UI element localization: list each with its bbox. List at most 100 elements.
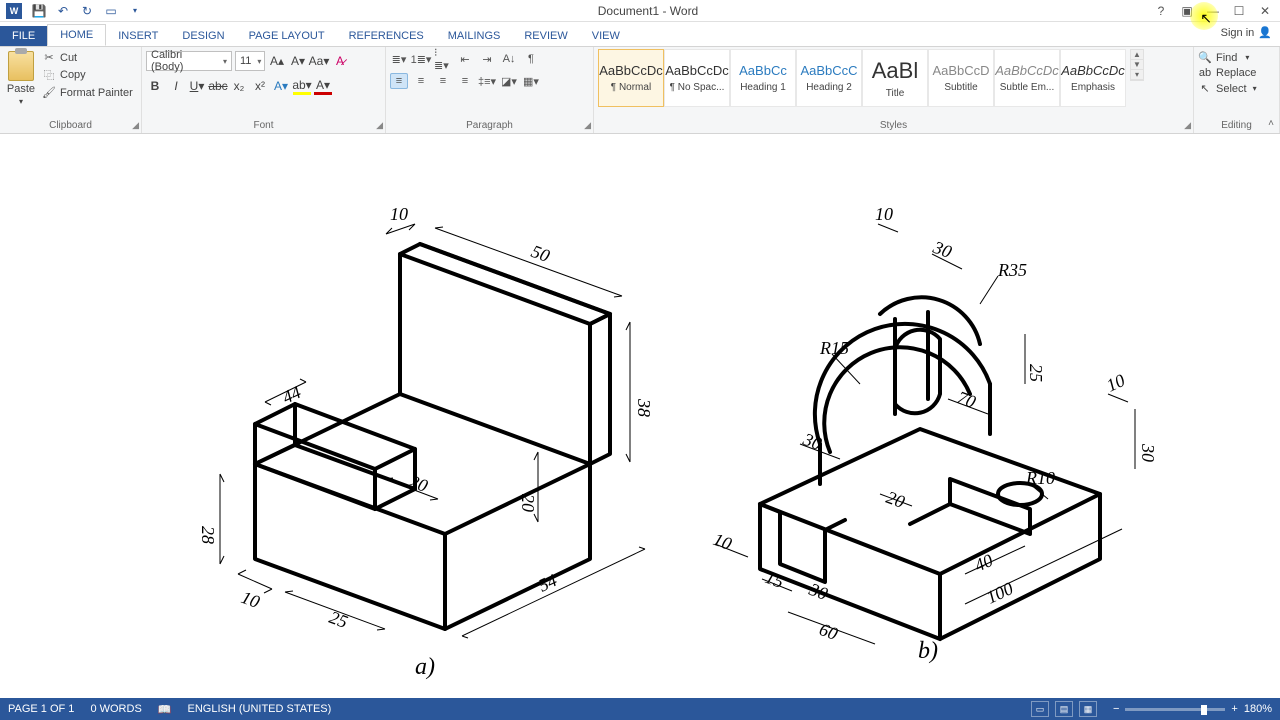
find-button[interactable]: 🔍Find▾ xyxy=(1198,51,1257,64)
tab-references[interactable]: REFERENCES xyxy=(337,26,436,46)
clear-formatting-icon[interactable]: A̷ xyxy=(331,52,349,70)
web-layout-icon[interactable]: ▦ xyxy=(1079,701,1097,717)
style-tile[interactable]: AaBbCcDcSubtle Em... xyxy=(994,49,1060,107)
zoom-level[interactable]: 180% xyxy=(1244,703,1272,715)
group-clipboard-label: Clipboard xyxy=(4,120,137,133)
print-layout-icon[interactable]: ▤ xyxy=(1055,701,1073,717)
status-page[interactable]: PAGE 1 OF 1 xyxy=(8,703,74,715)
tab-design[interactable]: DESIGN xyxy=(170,26,236,46)
group-paragraph: ≣▾ 1≣▾ ⁝≣▾ ⇤ ⇥ A↓ ¶ ≡ ≡ ≡ ≡ ‡≡▾ ◪▾ ▦▾ xyxy=(386,47,594,133)
status-words[interactable]: 0 WORDS xyxy=(90,703,141,715)
text-effects-icon[interactable]: A▾ xyxy=(272,77,290,95)
style-tile[interactable]: AaBbCcDc¶ Normal xyxy=(598,49,664,107)
clipboard-launcher-icon[interactable]: ◢ xyxy=(132,120,139,131)
style-tile[interactable]: AaBlTitle xyxy=(862,49,928,107)
maximize-icon[interactable]: ☐ xyxy=(1232,4,1246,18)
help-icon[interactable]: ? xyxy=(1154,4,1168,18)
group-styles: AaBbCcDc¶ NormalAaBbCcDc¶ No Spac...AaBb… xyxy=(594,47,1194,133)
group-editing-label: Editing xyxy=(1198,120,1275,133)
figure-b-drawing: 10 30 R35 25 R15 30 70 10 30 R10 40 100 … xyxy=(680,184,1180,664)
paste-more-icon[interactable]: ▾ xyxy=(19,97,23,106)
styles-scroll[interactable]: ▲ ▼ ▾ xyxy=(1130,49,1144,81)
highlight-icon[interactable]: ab▾ xyxy=(293,77,311,95)
style-tile[interactable]: AaBbCcDSubtitle xyxy=(928,49,994,107)
align-right-icon[interactable]: ≡ xyxy=(434,73,452,89)
shrink-font-icon[interactable]: A▾ xyxy=(289,52,307,70)
copy-button[interactable]: ⿻Copy xyxy=(42,67,133,83)
zoom-in-icon[interactable]: + xyxy=(1231,703,1237,715)
undo-icon[interactable]: ↶ xyxy=(56,4,70,18)
italic-icon[interactable]: I xyxy=(167,77,185,95)
strikethrough-icon[interactable]: abc xyxy=(209,77,227,95)
sort-icon[interactable]: A↓ xyxy=(500,51,518,67)
borders-icon[interactable]: ▦▾ xyxy=(522,73,540,89)
bold-icon[interactable]: B xyxy=(146,77,164,95)
group-styles-label: Styles xyxy=(598,120,1189,133)
new-doc-icon[interactable]: ▭ xyxy=(104,4,118,18)
cut-button[interactable]: ✂Cut xyxy=(42,51,133,64)
style-tile[interactable]: AaBbCcDc¶ No Spac... xyxy=(664,49,730,107)
word-app-icon: W xyxy=(6,3,22,19)
format-painter-button[interactable]: 🖌Format Painter xyxy=(42,86,133,99)
status-language[interactable]: ENGLISH (UNITED STATES) xyxy=(187,703,331,715)
numbering-icon[interactable]: 1≣▾ xyxy=(412,51,430,67)
superscript-icon[interactable]: x² xyxy=(251,77,269,95)
paste-button[interactable]: Paste ▾ xyxy=(4,49,38,106)
line-spacing-icon[interactable]: ‡≡▾ xyxy=(478,73,496,89)
font-launcher-icon[interactable]: ◢ xyxy=(376,120,383,131)
tab-view[interactable]: VIEW xyxy=(580,26,632,46)
qat-more-icon[interactable]: ▾ xyxy=(128,4,142,18)
replace-button[interactable]: abReplace xyxy=(1198,67,1257,79)
tab-page-layout[interactable]: PAGE LAYOUT xyxy=(237,26,337,46)
style-tile[interactable]: AaBbCcHeading 1 xyxy=(730,49,796,107)
paragraph-launcher-icon[interactable]: ◢ xyxy=(584,120,591,131)
close-icon[interactable]: ✕ xyxy=(1258,4,1272,18)
select-button[interactable]: ↖Select▾ xyxy=(1198,82,1257,95)
minimize-icon[interactable]: — xyxy=(1206,4,1220,18)
show-marks-icon[interactable]: ¶ xyxy=(522,51,540,67)
bullets-icon[interactable]: ≣▾ xyxy=(390,51,408,67)
font-family-select[interactable]: Calibri (Body)▾ xyxy=(146,51,232,71)
save-icon[interactable]: 💾 xyxy=(32,4,46,18)
decrease-indent-icon[interactable]: ⇤ xyxy=(456,51,474,67)
ribbon-display-icon[interactable]: ▣ xyxy=(1180,4,1194,18)
paste-icon xyxy=(8,51,34,81)
svg-text:70: 70 xyxy=(955,387,979,412)
redo-icon[interactable]: ↻ xyxy=(80,4,94,18)
multilevel-icon[interactable]: ⁝≣▾ xyxy=(434,51,452,67)
styles-gallery[interactable]: AaBbCcDc¶ NormalAaBbCcDc¶ No Spac...AaBb… xyxy=(598,49,1126,107)
style-tile[interactable]: AaBbCcDcEmphasis xyxy=(1060,49,1126,107)
tab-file[interactable]: FILE xyxy=(0,26,47,46)
styles-launcher-icon[interactable]: ◢ xyxy=(1184,120,1191,131)
shading-icon[interactable]: ◪▾ xyxy=(500,73,518,89)
justify-icon[interactable]: ≡ xyxy=(456,73,474,89)
tab-home[interactable]: HOME xyxy=(47,24,106,46)
styles-down-icon[interactable]: ▼ xyxy=(1131,60,1143,70)
grow-font-icon[interactable]: A▴ xyxy=(268,52,286,70)
copy-icon: ⿻ xyxy=(42,67,56,83)
collapse-ribbon-icon[interactable]: ˄ xyxy=(1268,118,1274,129)
align-center-icon[interactable]: ≡ xyxy=(412,73,430,89)
zoom-out-icon[interactable]: − xyxy=(1113,703,1119,715)
tab-mailings[interactable]: MAILINGS xyxy=(436,26,513,46)
status-bar: PAGE 1 OF 1 0 WORDS 📖 ENGLISH (UNITED ST… xyxy=(0,698,1280,720)
increase-indent-icon[interactable]: ⇥ xyxy=(478,51,496,67)
underline-icon[interactable]: U▾ xyxy=(188,77,206,95)
align-left-icon[interactable]: ≡ xyxy=(390,73,408,89)
svg-text:20: 20 xyxy=(884,487,908,512)
styles-up-icon[interactable]: ▲ xyxy=(1131,50,1143,60)
style-tile[interactable]: AaBbCcCHeading 2 xyxy=(796,49,862,107)
font-size-select[interactable]: 11▾ xyxy=(235,51,265,71)
font-color-icon[interactable]: A▾ xyxy=(314,77,332,95)
change-case-icon[interactable]: Aa▾ xyxy=(310,52,328,70)
document-area[interactable]: 10 50 38 20 54 25 10 28 44 20 a) xyxy=(0,134,1280,696)
sign-in-link[interactable]: Sign in👤 xyxy=(1221,26,1272,39)
svg-text:28: 28 xyxy=(198,526,218,544)
styles-more-icon[interactable]: ▾ xyxy=(1131,70,1143,80)
status-proofing-icon[interactable]: 📖 xyxy=(158,703,172,716)
zoom-slider[interactable] xyxy=(1125,708,1225,711)
subscript-icon[interactable]: x₂ xyxy=(230,77,248,95)
read-mode-icon[interactable]: ▭ xyxy=(1031,701,1049,717)
tab-insert[interactable]: INSERT xyxy=(106,26,170,46)
tab-review[interactable]: REVIEW xyxy=(512,26,579,46)
